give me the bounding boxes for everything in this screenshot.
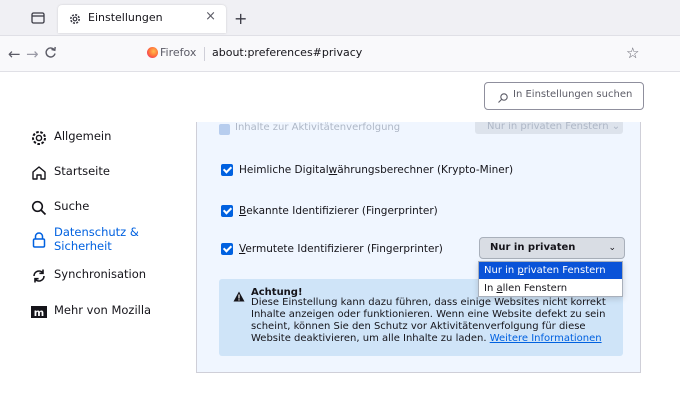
home-icon <box>30 164 48 182</box>
forward-arrow-icon[interactable]: → <box>26 45 39 63</box>
search-icon <box>30 199 48 217</box>
menu-item-all-windows[interactable]: In allen Fenstern <box>479 280 622 297</box>
search-icon <box>497 89 511 103</box>
known-fingerprinters-checkbox-row[interactable]: Bekannte Identifizierer (Fingerprinter) <box>221 205 438 217</box>
sidebar-item-label: Suche <box>54 199 90 213</box>
sidebar-item-label: Datenschutz & Sicherheit <box>54 225 139 253</box>
known-fingerprinters-label: Bekannte Identifizierer (Fingerprinter) <box>239 205 438 217</box>
fingerprinters-scope-dropdown[interactable]: Nur in privaten Fenstern ⌄ <box>479 237 625 273</box>
sync-icon <box>30 267 48 285</box>
faded-row-label: Inhalte zur Aktivitätenverfolgung <box>235 122 401 133</box>
tab-list-icon[interactable] <box>30 10 46 26</box>
dropdown-menu: Nur in privaten Fenstern In allen Fenste… <box>478 261 623 297</box>
sidebar-item-mehr-von-mozilla[interactable]: m Mehr von Mozilla <box>30 303 151 321</box>
known-fingerprinters-checkbox[interactable] <box>221 205 233 217</box>
sidebar-item-synchronisation[interactable]: Synchronisation <box>30 267 146 285</box>
suspected-fingerprinters-checkbox-row[interactable]: Vermutete Identifizierer (Fingerprinter) <box>221 243 443 255</box>
search-placeholder: In Einstellungen suchen <box>513 89 633 100</box>
cryptominer-label: Heimliche Digitalwährungsberechner (Kryp… <box>239 164 514 176</box>
suspected-fingerprinters-checkbox[interactable] <box>221 243 233 255</box>
sidebar-item-label: Synchronisation <box>54 267 147 281</box>
sidebar-item-label: Allgemein <box>54 129 112 143</box>
url-field[interactable]: about:preferences#privacy <box>212 46 362 59</box>
sidebar-item-label: Mehr von Mozilla <box>54 303 152 317</box>
new-tab-button[interactable]: + <box>234 9 247 28</box>
warning-icon <box>233 287 245 302</box>
svg-text:m: m <box>34 308 44 319</box>
sidebar-item-allgemein[interactable]: Allgemein <box>30 129 111 147</box>
sidebar-item-datenschutz[interactable]: Datenschutz & Sicherheit <box>30 225 139 253</box>
cryptominer-checkbox-row[interactable]: Heimliche Digitalwährungsberechner (Kryp… <box>221 164 513 176</box>
tab-einstellungen[interactable]: Einstellungen × <box>58 5 226 33</box>
tracking-protection-panel: Inhalte zur Aktivitätenverfolgung Nur in… <box>196 122 641 373</box>
cryptominer-checkbox[interactable] <box>221 164 233 176</box>
sidebar-item-suche[interactable]: Suche <box>30 199 89 217</box>
warning-text: Diese Einstellung kann dazu führen, dass… <box>251 297 606 344</box>
gear-icon <box>30 129 48 147</box>
tab-bar: Einstellungen × + <box>0 0 680 36</box>
lock-icon <box>30 231 48 249</box>
identity-label[interactable]: Firefox <box>160 46 196 59</box>
nav-bar: ← → Firefox about:preferences#privacy ☆ <box>0 36 680 72</box>
menu-item-private-windows[interactable]: Nur in privaten Fenstern <box>479 262 622 279</box>
bookmark-star-icon[interactable]: ☆ <box>626 44 639 62</box>
back-arrow-icon[interactable]: ← <box>8 45 21 63</box>
firefox-logo-icon <box>147 47 158 58</box>
faded-select: Nur in privaten Fenstern ⌄ <box>475 122 623 134</box>
sidebar-item-startseite[interactable]: Startseite <box>30 164 110 182</box>
url-separator <box>204 47 205 61</box>
faded-checkbox <box>219 124 230 135</box>
mozilla-icon: m <box>30 303 48 321</box>
close-tab-icon[interactable]: × <box>205 9 216 24</box>
chevron-down-icon: ⌄ <box>608 243 616 253</box>
gear-icon <box>68 11 82 25</box>
tab-title: Einstellungen <box>88 11 163 24</box>
sidebar-item-label: Startseite <box>54 164 110 178</box>
suspected-fingerprinters-label: Vermutete Identifizierer (Fingerprinter) <box>239 243 443 255</box>
reload-icon[interactable] <box>44 45 57 63</box>
learn-more-link[interactable]: Weitere Informationen <box>490 333 602 344</box>
settings-search-input[interactable]: In Einstellungen suchen <box>484 82 644 110</box>
